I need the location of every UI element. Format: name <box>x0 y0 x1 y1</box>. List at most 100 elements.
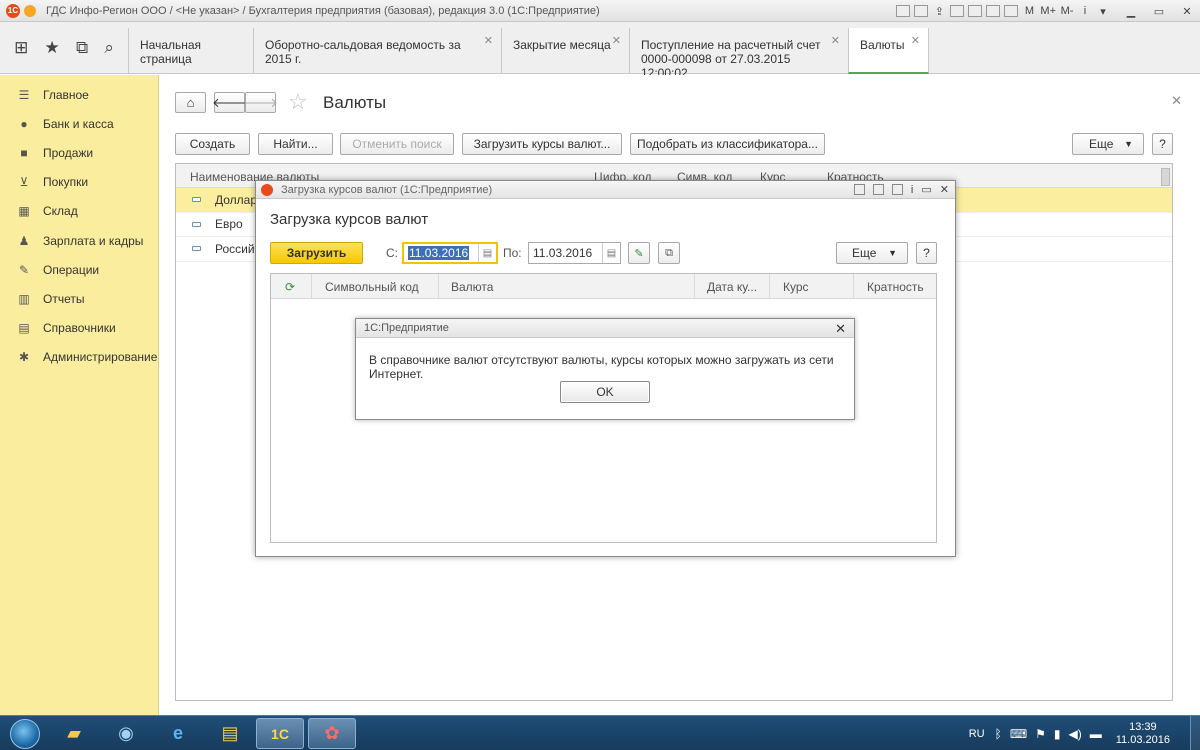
sidebar-item-catalogs[interactable]: ▤ Справочники <box>0 314 158 343</box>
table-scrollbar[interactable] <box>1161 168 1170 696</box>
create-button[interactable]: Создать <box>175 133 250 155</box>
dropdown-icon[interactable]: ▾ <box>1096 5 1110 18</box>
print-icon[interactable] <box>914 5 929 17</box>
calculator-icon[interactable] <box>891 184 903 195</box>
clock[interactable]: 13:39 11.03.2016 <box>1116 721 1170 747</box>
close-tab-icon[interactable]: ✕ <box>612 34 621 48</box>
close-message-button[interactable]: ✕ <box>835 321 846 337</box>
sidebar-item-purchases[interactable]: ⊻ Покупки <box>0 168 158 197</box>
taskbar-files-shortcut[interactable]: ▤ <box>206 718 254 749</box>
calendar-icon[interactable] <box>872 184 884 195</box>
maximize-button[interactable]: ▭ <box>1152 5 1166 18</box>
sidebar-item-operations[interactable]: ✎ Операции <box>0 255 158 284</box>
menu-icon: ☰ <box>18 87 30 102</box>
find-button[interactable]: Найти... <box>258 133 333 155</box>
maximize-button[interactable]: ▭ <box>921 183 931 196</box>
link-icon[interactable] <box>853 184 865 195</box>
sidebar-item-reports[interactable]: ▥ Отчеты <box>0 284 158 313</box>
tab-receipt[interactable]: Поступление на расчетный счет 0000-00009… <box>629 28 848 80</box>
column-header-rate[interactable]: Курс <box>783 280 809 294</box>
home-button[interactable]: ⌂ <box>175 92 206 113</box>
taskbar-explorer-shortcut[interactable]: ▰ <box>50 718 98 749</box>
tab-label: Валюты <box>860 38 905 52</box>
tab-currencies[interactable]: Валюты ✕ <box>848 28 929 74</box>
pick-from-classifier-button[interactable]: Подобрать из классификатора... <box>630 133 825 155</box>
notes-icon[interactable] <box>1004 5 1019 17</box>
column-header-currency[interactable]: Валюта <box>451 280 493 294</box>
info-icon[interactable]: i <box>911 184 913 196</box>
memory-button[interactable]: M <box>1022 5 1036 17</box>
dialog-help-button[interactable]: ? <box>916 242 937 264</box>
back-button[interactable]: 🡐 <box>212 92 247 113</box>
scroll-thumb[interactable] <box>1161 168 1170 186</box>
flag-icon[interactable]: ⚑ <box>1035 727 1046 741</box>
network-icon[interactable]: ▮ <box>1054 727 1061 741</box>
sidebar-item-bank[interactable]: ● Банк и касса <box>0 109 158 138</box>
close-form-icon[interactable]: ✕ <box>1171 93 1182 109</box>
history-icon[interactable]: ⧉ <box>76 38 88 58</box>
ok-button[interactable]: OK <box>560 381 650 403</box>
sections-grid-icon[interactable]: ⊞ <box>14 38 28 58</box>
save-icon[interactable] <box>896 5 911 17</box>
close-tab-icon[interactable]: ✕ <box>831 34 840 48</box>
tab-turnover[interactable]: Оборотно-сальдовая ведомость за 2015 г. … <box>253 28 501 74</box>
arrow-left-icon: 🡐 <box>212 94 247 110</box>
close-tab-icon[interactable]: ✕ <box>911 34 920 48</box>
dialog-more-button[interactable]: Еще ▼ <box>836 242 908 264</box>
sidebar-item-salary[interactable]: ♟ Зарплата и кадры <box>0 226 158 255</box>
calendar-icon[interactable] <box>968 5 983 17</box>
memory-plus-button[interactable]: M+ <box>1040 5 1056 17</box>
power-icon[interactable]: ▬ <box>1090 727 1102 741</box>
sidebar-item-sales[interactable]: ■ Продажи <box>0 138 158 167</box>
sidebar-item-main[interactable]: ☰ Главное <box>0 80 158 109</box>
column-header-multiplicity[interactable]: Кратность <box>867 280 924 294</box>
cancel-search-button[interactable]: Отменить поиск <box>340 133 454 155</box>
more-label: Еще <box>852 246 877 260</box>
keyboard-icon[interactable]: ⌨ <box>1010 727 1027 741</box>
calendar-icon[interactable]: ▤ <box>602 243 620 263</box>
volume-icon[interactable]: ◀) <box>1069 727 1082 741</box>
help-button[interactable]: ? <box>1152 133 1173 155</box>
taskbar-app-shortcut[interactable]: ◉ <box>102 718 150 749</box>
column-header-symbol-code[interactable]: Символьный код <box>325 280 419 294</box>
minimize-button[interactable]: ▁ <box>1124 5 1138 18</box>
gear-icon: ✱ <box>18 350 30 365</box>
memory-minus-button[interactable]: M- <box>1060 5 1074 17</box>
taskbar-ie-shortcut[interactable]: e <box>154 718 202 749</box>
select-period-button[interactable]: ✎ <box>628 242 650 264</box>
refresh-icon[interactable]: ⟳ <box>285 280 295 294</box>
favorites-star-icon[interactable]: ★ <box>45 38 60 58</box>
close-dialog-button[interactable]: ✕ <box>940 183 949 196</box>
currency-name: Доллар <box>215 192 258 207</box>
link-icon[interactable]: ⇪ <box>932 5 946 18</box>
sidebar-item-warehouse[interactable]: ▦ Склад <box>0 197 158 226</box>
calendar-icon[interactable]: ▤ <box>478 244 496 262</box>
forward-button[interactable]: 🡒 <box>243 92 278 113</box>
app-menu-icon[interactable] <box>24 4 36 17</box>
home-icon[interactable] <box>950 5 965 17</box>
taskbar-app-2[interactable]: ✿ <box>308 718 356 749</box>
favorite-star-icon[interactable]: ☆ <box>288 89 308 115</box>
calculator-icon[interactable] <box>986 5 1001 17</box>
info-icon[interactable]: i <box>1078 5 1092 17</box>
taskbar-1c-app[interactable]: 1С <box>256 718 304 749</box>
column-header-date[interactable]: Дата ку... <box>707 280 757 294</box>
sales-icon: ■ <box>20 145 28 160</box>
search-icon[interactable]: ⌕ <box>104 38 114 58</box>
close-window-button[interactable]: ✕ <box>1180 5 1194 18</box>
close-tab-icon[interactable]: ✕ <box>484 34 493 48</box>
window-title: ГДС Инфо-Регион ООО / <Не указан> / Бухг… <box>46 4 600 17</box>
start-button[interactable] <box>4 717 46 750</box>
date-from-field[interactable]: 11.03.2016 ▤ <box>402 242 498 264</box>
tab-month-close[interactable]: Закрытие месяца ✕ <box>501 28 629 74</box>
language-indicator[interactable]: RU <box>969 728 985 740</box>
more-button[interactable]: Еще ▼ <box>1072 133 1144 155</box>
tab-home[interactable]: Начальная страница <box>128 28 253 74</box>
date-to-field[interactable]: 11.03.2016 ▤ <box>528 242 621 264</box>
sidebar-item-admin[interactable]: ✱ Администрирование <box>0 343 158 372</box>
copy-button[interactable]: ⧉ <box>658 242 680 264</box>
show-desktop-button[interactable] <box>1190 716 1200 750</box>
load-button[interactable]: Загрузить <box>270 242 363 264</box>
load-rates-button[interactable]: Загрузить курсы валют... <box>462 133 622 155</box>
bluetooth-icon[interactable]: ᛒ <box>995 727 1002 741</box>
